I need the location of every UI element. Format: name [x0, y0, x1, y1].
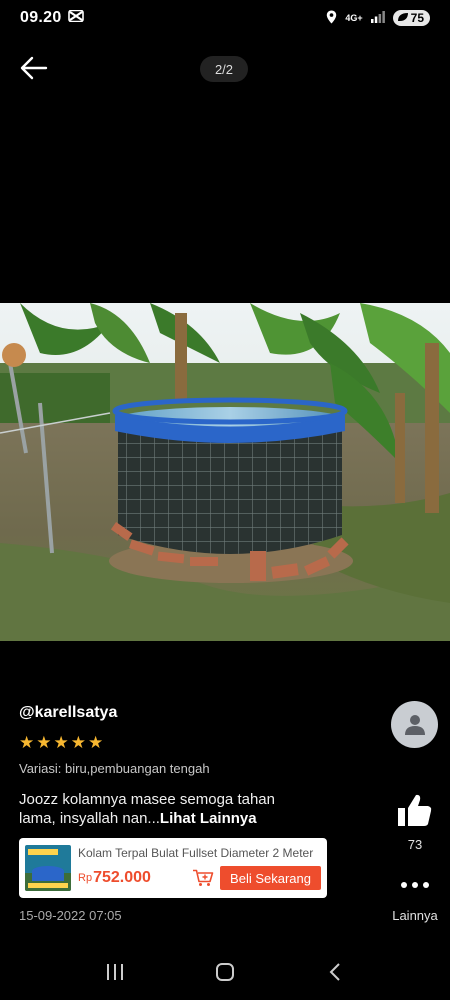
- review-text-block: Joozz kolamnya masee semoga tahan lama, …: [19, 790, 309, 828]
- more-dots-icon: [401, 882, 407, 888]
- review-block: @karellsatya ★ ★ ★ ★ ★ Variasi: biru,pem…: [19, 704, 359, 828]
- add-to-cart-button[interactable]: [190, 867, 216, 889]
- review-date: 15-09-2022 07:05: [19, 908, 122, 923]
- review-variant: Variasi: biru,pembuangan tengah: [19, 761, 210, 776]
- product-name: Kolam Terpal Bulat Fullset Diameter 2 Me…: [78, 846, 314, 860]
- status-bar: 09.20 4G+ 75: [0, 0, 450, 36]
- system-nav-bar: [0, 944, 450, 1000]
- capcut-icon: [67, 9, 84, 27]
- product-thumbnail: [25, 845, 71, 891]
- network-label: 4G+: [345, 13, 363, 23]
- reviewer-avatar[interactable]: [391, 701, 438, 748]
- rating-stars: ★ ★ ★ ★ ★: [19, 734, 359, 751]
- price-currency: Rp: [78, 872, 93, 884]
- user-icon: [404, 714, 425, 735]
- star-icon: ★: [36, 733, 52, 752]
- review-photo[interactable]: [0, 303, 450, 641]
- status-time: 09.20: [20, 9, 62, 26]
- star-icon: ★: [88, 733, 104, 752]
- battery-saver-icon: [397, 11, 409, 25]
- recent-apps-button[interactable]: [95, 952, 135, 992]
- location-icon: [326, 10, 337, 27]
- viewer-top-bar: 2/2: [0, 44, 450, 92]
- battery-level: 75: [410, 11, 424, 25]
- home-icon: [216, 963, 234, 981]
- more-dots-icon: [412, 882, 418, 888]
- see-more-link[interactable]: Lihat Lainnya: [160, 810, 257, 827]
- battery-indicator: 75: [392, 10, 430, 26]
- cart-icon: [193, 869, 214, 886]
- star-icon: ★: [53, 733, 69, 752]
- arrow-left-icon: [20, 56, 48, 80]
- star-icon: ★: [70, 733, 86, 752]
- more-options-label: Lainnya: [392, 908, 438, 923]
- product-price: 752.000: [93, 869, 151, 886]
- more-options-button[interactable]: [392, 874, 438, 896]
- chevron-left-icon: [329, 963, 340, 981]
- signal-icon: [370, 10, 385, 26]
- buy-now-button[interactable]: Beli Sekarang: [220, 866, 321, 890]
- thumbs-up-icon: [398, 794, 432, 826]
- product-card[interactable]: Kolam Terpal Bulat Fullset Diameter 2 Me…: [19, 838, 327, 898]
- back-button[interactable]: [16, 50, 52, 86]
- recent-apps-icon: [107, 964, 123, 980]
- home-button[interactable]: [205, 952, 245, 992]
- reviewer-username[interactable]: @karellsatya: [19, 704, 359, 722]
- system-back-button[interactable]: [315, 952, 355, 992]
- like-count: 73: [407, 837, 423, 852]
- page-counter: 2/2: [200, 56, 248, 82]
- like-button[interactable]: [394, 791, 436, 831]
- star-icon: ★: [19, 733, 35, 752]
- more-dots-icon: [423, 882, 429, 888]
